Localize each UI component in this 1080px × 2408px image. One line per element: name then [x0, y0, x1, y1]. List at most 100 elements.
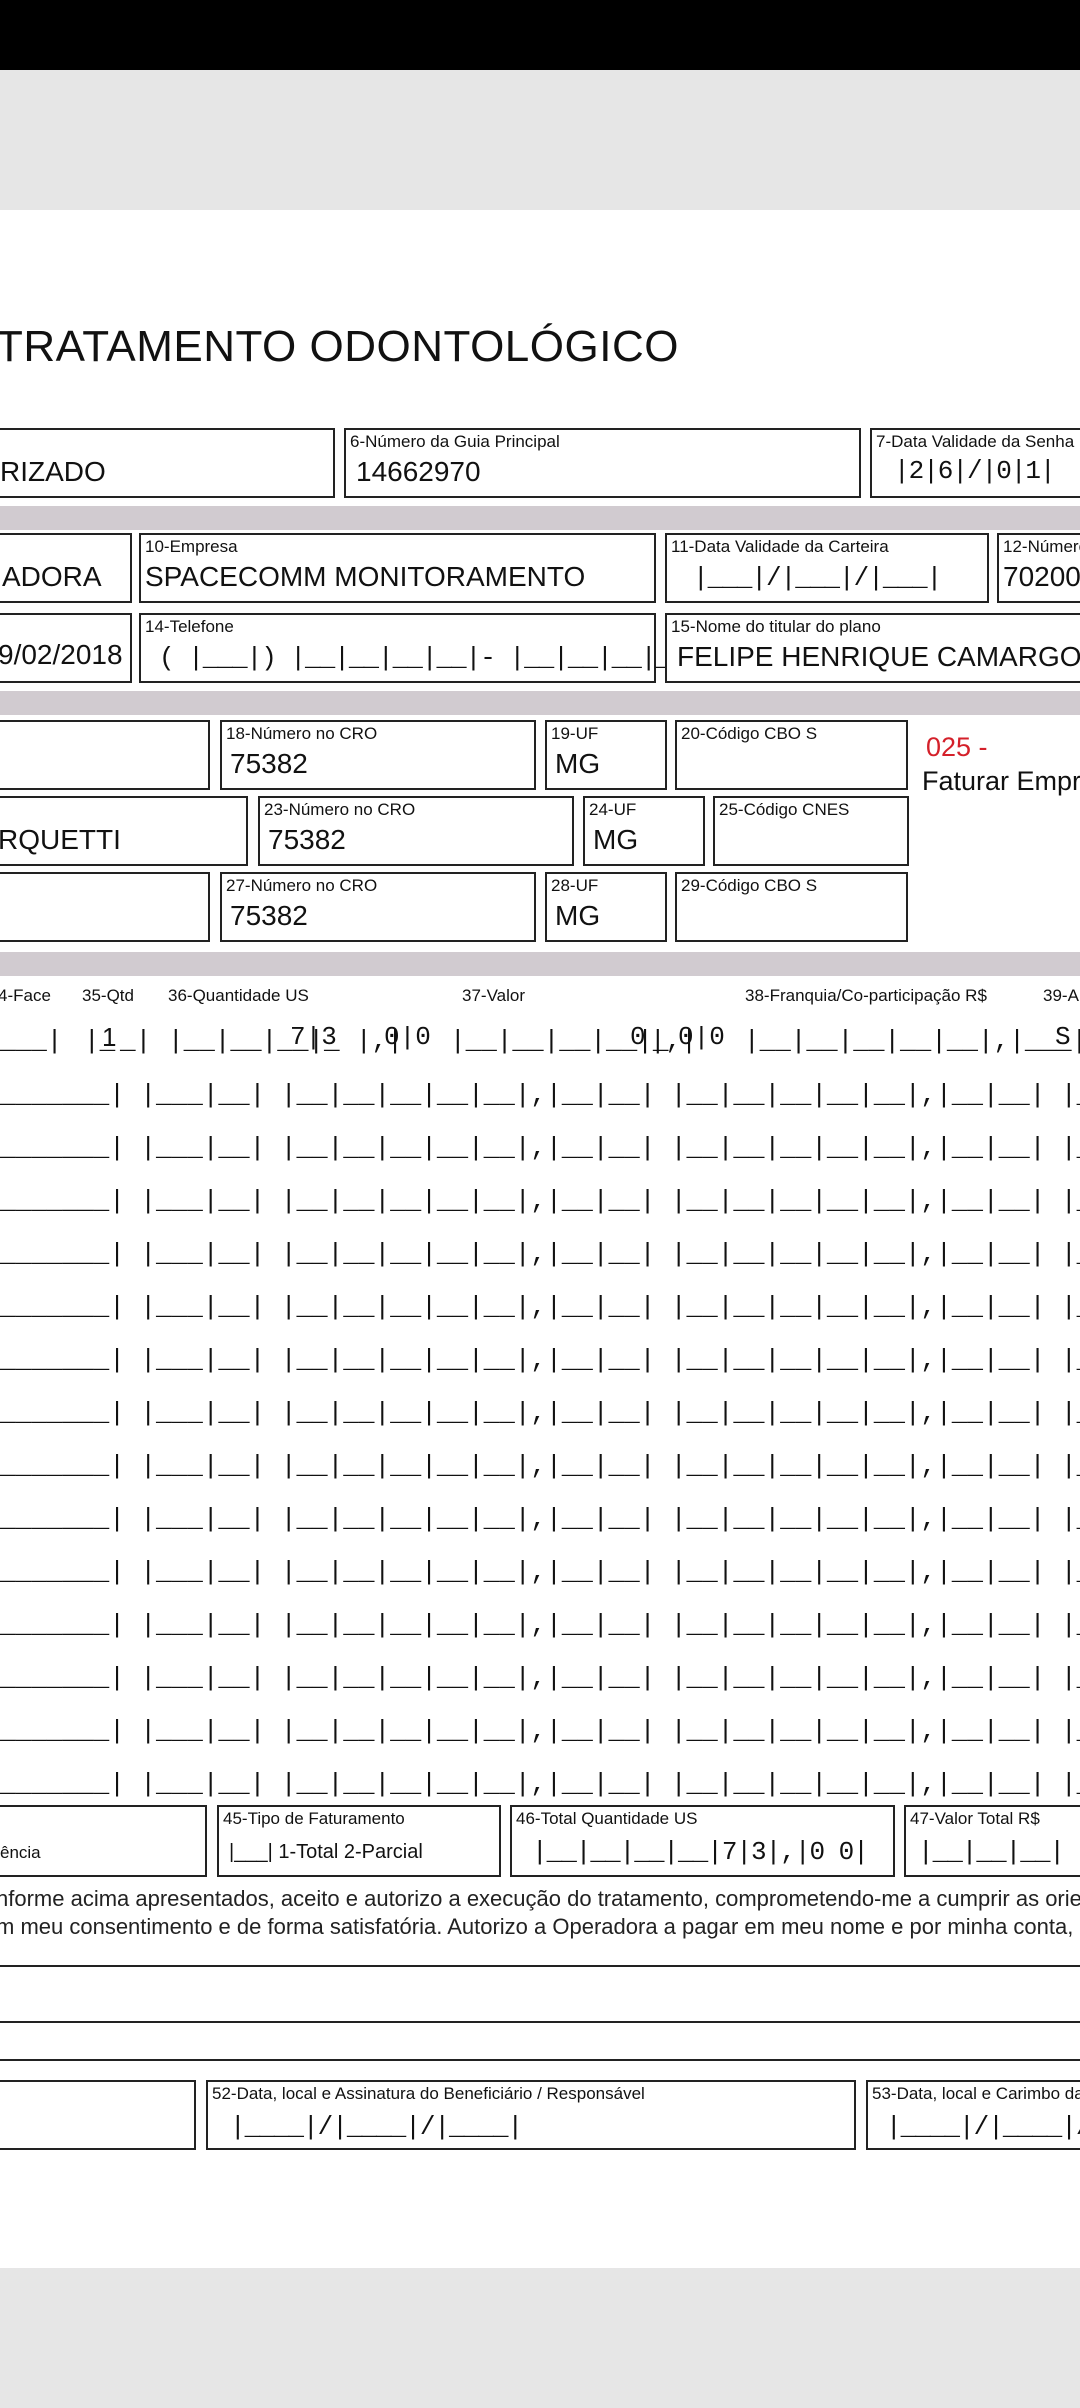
field-10-label: 10-Empresa: [145, 537, 238, 556]
field-27-box[interactable]: 27-Número no CRO 75382: [220, 872, 536, 942]
field-29-label: 29-Código CBO S: [681, 876, 818, 895]
field-45-label: 45-Tipo de Faturamento: [223, 1809, 405, 1828]
procedure-row[interactable]: _______| |___|__| |__|__|__|__|__|,|__|_…: [0, 1186, 1080, 1220]
procedure-row[interactable]: _______| |___|__| |__|__|__|__|__|,|__|_…: [0, 1716, 1080, 1750]
field-44-value: ência: [0, 1843, 41, 1862]
procedure-row[interactable]: _______| |___|__| |__|__|__|__|__|,|__|_…: [0, 1557, 1080, 1591]
procedure-row[interactable]: _______| |___|__| |__|__|__|__|__|,|__|_…: [0, 1239, 1080, 1273]
field-52-box[interactable]: 52-Data, local e Assinatura do Beneficiá…: [206, 2080, 856, 2150]
field-19-label: 19-UF: [551, 724, 599, 743]
col-valor-header: 37-Valor: [462, 986, 525, 1005]
col-39-header: 39-A: [1043, 986, 1079, 1005]
procedure-row[interactable]: _______| |___|__| |__|__|__|__|__|,|__|_…: [0, 1345, 1080, 1379]
empty-row-fields: _______| |___|__| |__|__|__|__|__|,|__|_…: [0, 1451, 1080, 1481]
field-51-box[interactable]: [0, 2080, 196, 2150]
field-9-box: ADORA: [0, 533, 132, 603]
field-47-value: |__|__|__|: [918, 1837, 1065, 1867]
field-14-value: ( |___|) |__|__|__|__|- |__|__|__|__|: [159, 643, 700, 673]
procedure-row[interactable]: _______| |___|__| |__|__|__|__|__|,|__|_…: [0, 1398, 1080, 1432]
declaration-line-1: nforme acima apresentados, aceito e auto…: [0, 1886, 1080, 1911]
procedure-row[interactable]: _______| |___|__| |__|__|__|__|__|,|__|_…: [0, 1504, 1080, 1538]
field-11-box[interactable]: 11-Data Validade da Carteira |___|/|___|…: [665, 533, 989, 603]
status-bar: [0, 0, 1080, 70]
field-23-label: 23-Número no CRO: [264, 800, 416, 819]
empty-row-fields: _______| |___|__| |__|__|__|__|__|,|__|_…: [0, 1345, 1080, 1375]
field-6-box[interactable]: 6-Número da Guia Principal 14662970: [344, 428, 861, 498]
field-15-label: 15-Nome do titular do plano: [671, 617, 881, 636]
field-23-value: 75382: [268, 824, 346, 855]
procedure-row[interactable]: _______| |___|__| |__|__|__|__|__|,|__|_…: [0, 1292, 1080, 1326]
field-13-box: 9/02/2018: [0, 613, 132, 683]
procedure-row-1[interactable]: ___| |_ 1 _| |__|__|__|_ 7|3 |,| 0|0 |__…: [0, 1026, 1080, 1060]
field-10-box[interactable]: 10-Empresa SPACECOMM MONITORAMENTO: [139, 533, 656, 603]
field-18-box[interactable]: 18-Número no CRO 75382: [220, 720, 536, 790]
empty-row-fields: _______| |___|__| |__|__|__|__|__|,|__|_…: [0, 1080, 1080, 1110]
guide-form-page: TRATAMENTO ODONTOLÓGICO RIZADO 6-Número …: [0, 210, 1080, 2268]
field-10-value: SPACECOMM MONITORAMENTO: [145, 561, 586, 592]
field-29-box[interactable]: 29-Código CBO S: [675, 872, 908, 942]
billing-note-text: Faturar Empr: [922, 766, 1080, 796]
procedure-row[interactable]: _______| |___|__| |__|__|__|__|__|,|__|_…: [0, 1451, 1080, 1485]
empty-row-fields: _______| |___|__| |__|__|__|__|__|,|__|_…: [0, 1398, 1080, 1428]
col-qtd-us-header: 36-Quantidade US: [168, 986, 309, 1005]
rule-line: [0, 2021, 1080, 2023]
field-7-value: |2|6|/|0|1|: [894, 456, 1056, 486]
field-45-box[interactable]: 45-Tipo de Faturamento |___| 1-Total 2-P…: [217, 1805, 501, 1877]
procedure-row[interactable]: _______| |___|__| |__|__|__|__|__|,|__|_…: [0, 1080, 1080, 1114]
field-46-box[interactable]: 46-Total Quantidade US |__|__|__|__|7|3|…: [510, 1805, 895, 1877]
field-20-box[interactable]: 20-Código CBO S: [675, 720, 908, 790]
rule-line: [0, 2059, 1080, 2061]
field-6-label: 6-Número da Guia Principal: [350, 432, 560, 451]
field-47-box[interactable]: 47-Valor Total R$ |__|__|__|: [904, 1805, 1080, 1877]
field-28-label: 28-UF: [551, 876, 599, 895]
field-19-box[interactable]: 19-UF MG: [545, 720, 667, 790]
field-53-label: 53-Data, local e Carimbo da: [872, 2084, 1080, 2103]
field-18-value: 75382: [230, 748, 308, 779]
field-24-box[interactable]: 24-UF MG: [583, 796, 705, 866]
empty-row-fields: _______| |___|__| |__|__|__|__|__|,|__|_…: [0, 1504, 1080, 1534]
field-24-value: MG: [593, 824, 639, 855]
col-face-header: 4-Face: [0, 986, 51, 1005]
field-12-box[interactable]: 12-Número 70200: [997, 533, 1080, 603]
row-1-qtd: 1: [102, 1026, 117, 1052]
row-1-qtd-slot-end: _|: [120, 1026, 152, 1056]
field-27-label: 27-Número no CRO: [226, 876, 378, 895]
field-14-box[interactable]: 14-Telefone ( |___|) |__|__|__|__|- |__|…: [139, 613, 700, 683]
field-46-value: |__|__|__|__|7|3|,|0 0|: [532, 1837, 869, 1867]
empty-row-fields: _______| |___|__| |__|__|__|__|__|,|__|_…: [0, 1133, 1080, 1163]
professional-2-name-box: RQUETTI: [0, 796, 248, 866]
professional-3-name-box: [0, 872, 210, 942]
field-9-value: ADORA: [2, 561, 102, 592]
field-52-label: 52-Data, local e Assinatura do Beneficiá…: [212, 2084, 645, 2103]
row-1-valor-int: 0: [630, 1026, 646, 1052]
field-47-label: 47-Valor Total R$: [910, 1809, 1040, 1828]
field-15-box[interactable]: 15-Nome do titular do plano FELIPE HENRI…: [665, 613, 1080, 683]
procedure-row[interactable]: _______| |___|__| |__|__|__|__|__|,|__|_…: [0, 1133, 1080, 1167]
field-15-value: FELIPE HENRIQUE CAMARGO: [677, 641, 1080, 672]
field-7-label: 7-Data Validade da Senha: [876, 432, 1075, 451]
empty-row-fields: _______| |___|__| |__|__|__|__|__|,|__|_…: [0, 1610, 1080, 1640]
field-27-value: 75382: [230, 900, 308, 931]
field-11-label: 11-Data Validade da Carteira: [671, 537, 889, 556]
row-1-qtd-us-dec: 0|0: [384, 1026, 431, 1052]
row-1-qtd-us-int: 7|3: [290, 1026, 337, 1052]
row-1-franq-slots: |__|__|__|__|__|,|___|__|: [744, 1026, 1080, 1056]
field-53-box[interactable]: 53-Data, local e Carimbo da |____|/|____…: [866, 2080, 1080, 2150]
procedure-row[interactable]: _______| |___|__| |__|__|__|__|__|,|__|_…: [0, 1769, 1080, 1803]
field-12-value: 70200: [1003, 561, 1080, 592]
section-band: [0, 952, 1080, 976]
field-25-box[interactable]: 25-Código CNES: [713, 796, 909, 866]
field-28-value: MG: [555, 900, 601, 931]
field-7-box[interactable]: 7-Data Validade da Senha |2|6|/|0|1|: [870, 428, 1080, 498]
field-46-label: 46-Total Quantidade US: [516, 1809, 698, 1828]
field-12-label: 12-Número: [1003, 537, 1080, 556]
field-28-box[interactable]: 28-UF MG: [545, 872, 667, 942]
field-19-value: MG: [555, 748, 601, 779]
field-23-box[interactable]: 23-Número no CRO 75382: [258, 796, 574, 866]
procedure-row[interactable]: _______| |___|__| |__|__|__|__|__|,|__|_…: [0, 1610, 1080, 1644]
field-13-value: 9/02/2018: [0, 639, 123, 670]
section-band: [0, 691, 1080, 715]
procedure-row[interactable]: _______| |___|__| |__|__|__|__|__|,|__|_…: [0, 1663, 1080, 1697]
billing-note-code: 025 -: [926, 732, 988, 762]
field-52-value: |____|/|____|/|____|: [230, 2112, 523, 2142]
